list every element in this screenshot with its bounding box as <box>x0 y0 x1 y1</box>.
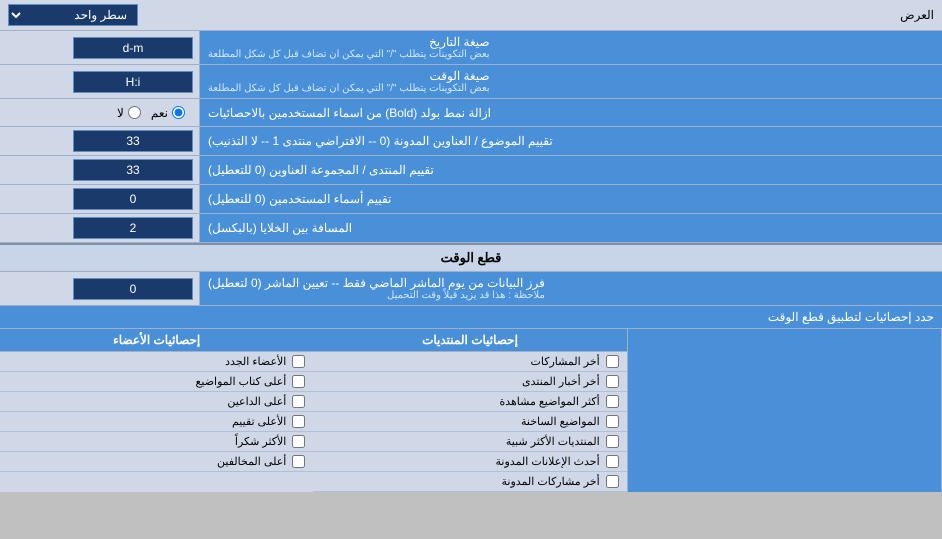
bold-yes-radio[interactable] <box>172 106 185 119</box>
stats-item-forum-news: أخر أخبار المنتدى <box>313 372 626 392</box>
stats-item-top-rated: الأعلى تقييم <box>0 412 313 432</box>
sort-users-row: تقييم أسماء المستخدمين (0 للتعطيل) <box>0 185 942 214</box>
bold-no-radio[interactable] <box>128 106 141 119</box>
stats-item-blog-posts: أخر مشاركات المدونة <box>313 472 626 492</box>
stats-item-hot-topics: المواضيع الساخنة <box>313 412 626 432</box>
stats-item-most-viewed: أكثر المواضيع مشاهدة <box>313 392 626 412</box>
sort-users-input[interactable] <box>73 188 193 210</box>
cutoff-filter-input[interactable] <box>73 278 193 300</box>
cutoff-filter-label: فرز البيانات من يوم الماشر الماضي فقط --… <box>200 272 942 305</box>
checkbox-top-violators[interactable] <box>292 455 305 468</box>
sort-forums-row: تقييم المنتدى / المجموعة العناوين (0 للت… <box>0 156 942 185</box>
time-format-input[interactable] <box>73 71 193 93</box>
checkbox-similar-forums[interactable] <box>606 435 619 448</box>
date-format-input-wrap <box>0 31 200 64</box>
stats-item-similar-forums: المنتديات الأكثر شبية <box>313 432 626 452</box>
checkbox-blog-posts[interactable] <box>606 475 619 488</box>
checkbox-most-viewed[interactable] <box>606 395 619 408</box>
bold-remove-input-wrap: نعم لا <box>0 99 200 126</box>
stats-section-label: حدد إحصائيات لتطبيق قطع الوقت <box>0 306 942 329</box>
checkbox-announcements[interactable] <box>606 455 619 468</box>
checkbox-last-posts[interactable] <box>606 355 619 368</box>
cutoff-filter-input-wrap <box>0 272 200 305</box>
stats-item-top-referrers: أعلى الداعين <box>0 392 313 412</box>
sort-topics-row: تقييم الموضوع / العناوين المدونة (0 -- ا… <box>0 127 942 156</box>
stats-item-announcements: أحدث الإعلانات المدونة <box>313 452 626 472</box>
cutoff-filter-row: فرز البيانات من يوم الماشر الماضي فقط --… <box>0 272 942 306</box>
date-format-row: صيغة التاريخ بعض التكوينات يتطلب "/" الت… <box>0 31 942 65</box>
checkbox-forum-news[interactable] <box>606 375 619 388</box>
date-format-input[interactable] <box>73 37 193 59</box>
checkbox-new-members[interactable] <box>292 355 305 368</box>
top-row: العرض سطر واحد سطرين ثلاثة أسطر <box>0 0 942 31</box>
checkbox-most-thanked[interactable] <box>292 435 305 448</box>
bold-remove-label: ازالة نمط بولد (Bold) من اسماء المستخدمي… <box>200 99 942 126</box>
stats-col-empty <box>628 329 942 492</box>
bold-radio-group: نعم لا <box>109 103 193 123</box>
sort-topics-label: تقييم الموضوع / العناوين المدونة (0 -- ا… <box>200 127 942 155</box>
time-format-input-wrap <box>0 65 200 98</box>
time-format-row: صيغة الوقت بعض التكوينات يتطلب "/" التي … <box>0 65 942 99</box>
display-label: العرض <box>138 8 934 22</box>
cell-padding-label: المسافة بين الخلايا (بالبكسل) <box>200 214 942 242</box>
cutoff-section-header: قطع الوقت <box>0 243 942 272</box>
display-select[interactable]: سطر واحد سطرين ثلاثة أسطر <box>8 4 138 26</box>
stats-members-header: إحصائيات الأعضاء <box>0 329 313 352</box>
sort-topics-input-wrap <box>0 127 200 155</box>
stats-item-new-members: الأعضاء الجدد <box>0 352 313 372</box>
stats-item-top-posters: أعلى كتاب المواضيع <box>0 372 313 392</box>
stats-item-last-posts: أخر المشاركات <box>313 352 626 372</box>
checkbox-top-referrers[interactable] <box>292 395 305 408</box>
sort-topics-input[interactable] <box>73 130 193 152</box>
checkbox-hot-topics[interactable] <box>606 415 619 428</box>
bold-remove-row: ازالة نمط بولد (Bold) من اسماء المستخدمي… <box>0 99 942 127</box>
stats-item-most-thanked: الأكثر شكراً <box>0 432 313 452</box>
cell-padding-row: المسافة بين الخلايا (بالبكسل) <box>0 214 942 243</box>
stats-forums-header: إحصائيات المنتديات <box>313 329 626 352</box>
sort-users-label: تقييم أسماء المستخدمين (0 للتعطيل) <box>200 185 942 213</box>
sort-users-input-wrap <box>0 185 200 213</box>
cell-padding-input[interactable] <box>73 217 193 239</box>
bold-no-label[interactable]: لا <box>117 106 141 120</box>
checkbox-top-posters[interactable] <box>292 375 305 388</box>
stats-col-members: إحصائيات الأعضاء الأعضاء الجدد أعلى كتاب… <box>0 329 313 492</box>
bold-yes-label[interactable]: نعم <box>151 106 185 120</box>
time-format-label: صيغة الوقت بعض التكوينات يتطلب "/" التي … <box>200 65 942 98</box>
stats-grid: إحصائيات المنتديات أخر المشاركات أخر أخب… <box>0 329 942 492</box>
sort-forums-input[interactable] <box>73 159 193 181</box>
checkbox-top-rated[interactable] <box>292 415 305 428</box>
date-format-label: صيغة التاريخ بعض التكوينات يتطلب "/" الت… <box>200 31 942 64</box>
sort-forums-label: تقييم المنتدى / المجموعة العناوين (0 للت… <box>200 156 942 184</box>
stats-item-top-violators: أعلى المخالفين <box>0 452 313 472</box>
sort-forums-input-wrap <box>0 156 200 184</box>
cell-padding-input-wrap <box>0 214 200 242</box>
stats-col-forums: إحصائيات المنتديات أخر المشاركات أخر أخب… <box>313 329 627 492</box>
